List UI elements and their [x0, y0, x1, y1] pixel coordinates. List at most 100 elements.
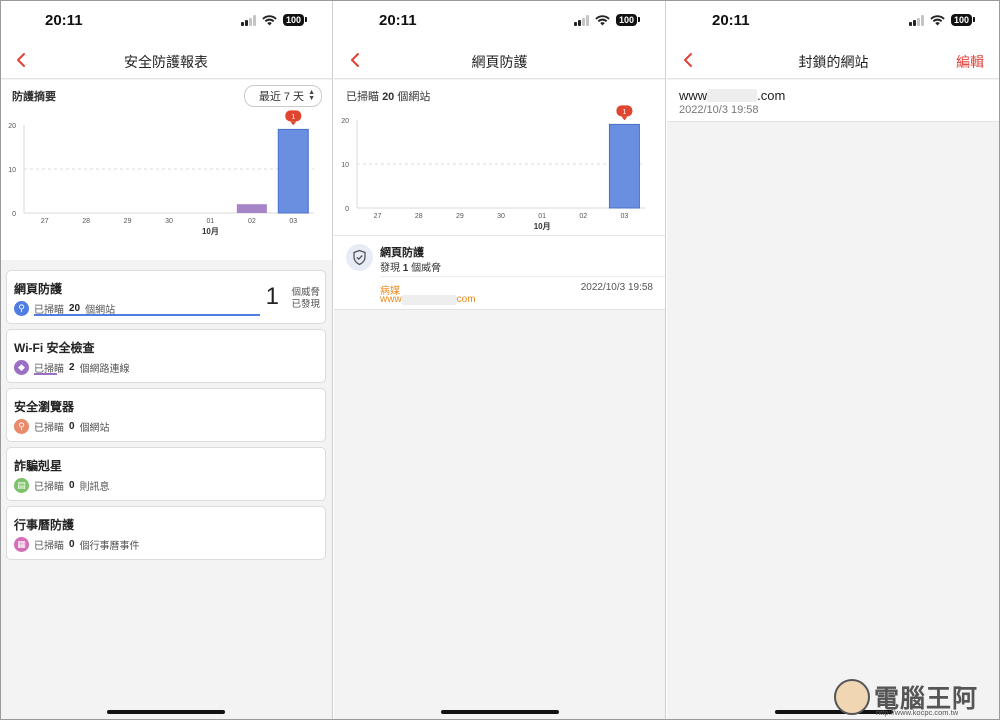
status-time: 20:11: [45, 12, 83, 29]
shield-icon: [346, 244, 373, 271]
y-tick-label: 0: [345, 206, 349, 213]
battery-indicator: 100: [282, 14, 308, 26]
x-tick-label: 01: [538, 213, 546, 220]
page-title: 封鎖的網站: [798, 54, 869, 70]
redacted-domain: [401, 294, 457, 305]
threat-count: 1: [265, 283, 279, 310]
edit-button[interactable]: 編輯: [956, 52, 984, 72]
x-tick-label: 02: [579, 213, 587, 220]
card-title: 網頁防護: [14, 282, 63, 296]
x-group-label: 10月: [534, 222, 551, 231]
x-tick-label: 30: [497, 213, 505, 220]
card-scan-row: ▦ 已掃瞄 0 個行事曆事件: [14, 537, 140, 552]
scan-suffix: 則訊息: [79, 482, 110, 493]
threat-time: 2022/10/3 19:58: [580, 282, 653, 293]
nav-bar: 網頁防護: [334, 44, 665, 79]
threat-url: www com: [380, 294, 476, 305]
search-icon: ⚲: [14, 419, 29, 434]
message-icon: ▤: [14, 478, 29, 493]
scan-prefix: 已掃瞄: [34, 482, 64, 493]
y-tick-label: 10: [8, 167, 16, 174]
url-prefix: www: [380, 294, 402, 305]
card-title: 詐騙剋星: [14, 459, 63, 473]
url-suffix: com: [456, 294, 476, 305]
mascot-face-icon: [834, 679, 870, 715]
annotation-pointer: [290, 121, 297, 126]
x-tick-label: 03: [289, 218, 297, 225]
cellular-signal-icon: [908, 14, 924, 26]
scan-suffix: 個網路連線: [79, 364, 130, 375]
x-tick-label: 28: [82, 218, 90, 225]
y-tick-label: 0: [12, 211, 16, 218]
wifi-icon: [262, 14, 277, 25]
divider: [380, 276, 665, 277]
cellular-signal-icon: [240, 14, 256, 26]
scan-progress-bar: [34, 373, 57, 375]
x-tick-label: 02: [248, 218, 256, 225]
status-bar: 20:11 100: [0, 0, 332, 44]
card-title: Wi-Fi 安全檢查: [14, 341, 95, 355]
annotation-label: 1: [622, 109, 626, 116]
screen-blocked-sites: 20:11 100 封鎖的網站 編輯 www .com 2022/10/3 19…: [667, 0, 1000, 720]
card-scan-row: ⚲ 已掃瞄 0 個網站: [14, 419, 110, 434]
section-title: 網頁防護: [380, 247, 424, 259]
bar: [608, 123, 640, 209]
home-indicator: [107, 710, 225, 714]
scan-suffix: 個網站: [79, 423, 110, 434]
search-icon: ⚲: [14, 301, 29, 316]
feature-card[interactable]: 網頁防護 ⚲ 已掃瞄 20 個網站 1 個威脅 已發現: [6, 270, 326, 324]
home-indicator: [440, 710, 559, 714]
y-tick-label: 20: [8, 123, 16, 130]
x-tick-label: 29: [456, 213, 464, 220]
status-bar: 20:11 100: [334, 0, 665, 44]
card-title: 安全瀏覽器: [14, 400, 75, 414]
wifi-icon: [595, 14, 610, 25]
x-tick-label: 27: [374, 213, 382, 220]
blocked-time: 2022/10/3 19:58: [679, 104, 759, 116]
x-tick-label: 03: [621, 213, 629, 220]
page-title: 安全防護報表: [124, 54, 208, 70]
feature-card[interactable]: 安全瀏覽器 ⚲ 已掃瞄 0 個網站: [6, 388, 326, 442]
summary-panel: 防護摘要 最近 7 天 ▲ ▼ 0 10 20 27 28 29 30 01 02 03 10月 1: [0, 80, 332, 260]
x-tick-label: 30: [165, 218, 173, 225]
wifi-icon: [930, 14, 945, 25]
status-time: 20:11: [379, 12, 417, 29]
x-tick-label: 27: [41, 218, 49, 225]
nav-bar: 安全防護報表: [0, 44, 332, 79]
status-time: 20:11: [712, 12, 750, 29]
found-prefix: 發現: [380, 263, 400, 274]
y-tick-label: 10: [341, 162, 349, 169]
threat-section: 網頁防護 發現 1 個威脅 病媒 www com 2022/10/3 19:58: [334, 235, 665, 310]
x-tick-label: 01: [207, 218, 215, 225]
feature-card[interactable]: Wi-Fi 安全檢查 ◆ 已掃瞄 2 個網路連線: [6, 329, 326, 383]
scan-count: 0: [69, 539, 75, 550]
scan-progress-bar: [34, 314, 260, 316]
x-tick-label: 28: [415, 213, 423, 220]
card-scan-row: ◆ 已掃瞄 2 個網路連線: [14, 360, 130, 375]
nav-bar: 封鎖的網站 編輯: [667, 44, 1000, 79]
battery-indicator: 100: [615, 14, 641, 26]
url-suffix: .com: [757, 88, 786, 103]
page-title: 網頁防護: [471, 54, 528, 70]
scan-count: 0: [69, 480, 75, 491]
threat-label: 個威脅 已發現: [291, 287, 320, 310]
scan-count: 2: [69, 362, 75, 373]
bar: [236, 204, 267, 213]
threat-found-summary: 發現 1 個威脅: [380, 259, 441, 274]
scan-bar-chart: 0 10 20 27 28 29 30 01 02 03 10月 1: [341, 105, 645, 231]
watermark-logo: 電腦王阿達 http://www.kocpc.com.tw: [834, 679, 994, 717]
scan-prefix: 已掃瞄: [34, 423, 64, 434]
feature-card[interactable]: 行事曆防護 ▦ 已掃瞄 0 個行事曆事件: [6, 506, 326, 560]
cellular-signal-icon: [573, 14, 589, 26]
screen-web-protection: 20:11 100 網頁防護 已掃瞄 20 個網站 0 10 20 27 28 29 30 0…: [334, 0, 666, 720]
wifi-icon: ◆: [14, 360, 29, 375]
scan-prefix: 已掃瞄: [34, 541, 64, 552]
blocked-site-item[interactable]: www .com 2022/10/3 19:58: [667, 80, 1000, 122]
calendar-icon: ▦: [14, 537, 29, 552]
scan-count: 0: [69, 421, 75, 432]
summary-bar-chart: 0 10 20 27 28 29 30 01 02 03 10月 1: [8, 110, 314, 236]
feature-card[interactable]: 詐騙剋星 ▤ 已掃瞄 0 則訊息: [6, 447, 326, 501]
scan-count: 20: [69, 303, 81, 314]
y-tick-label: 20: [341, 118, 349, 125]
scan-chart-panel: 已掃瞄 20 個網站 0 10 20 27 28 29 30 01 02 03 10月 1: [334, 80, 665, 235]
